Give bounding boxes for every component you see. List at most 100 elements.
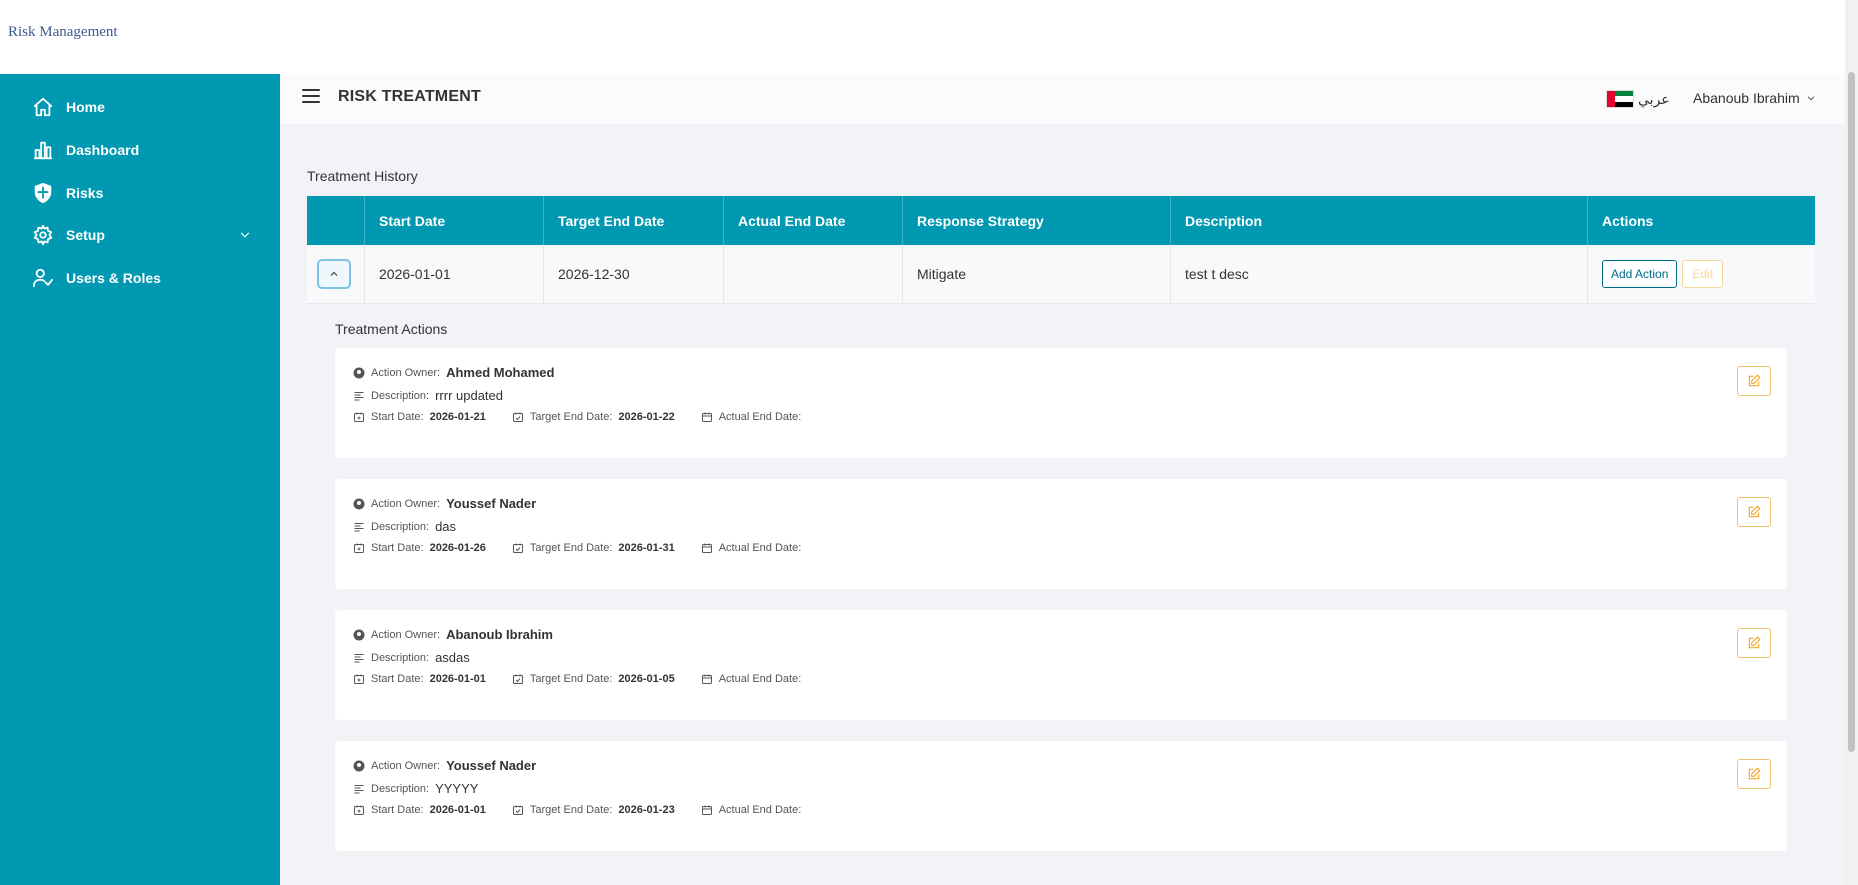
chevron-up-icon [330, 271, 338, 276]
main-content: RISK TREATMENT عربي Abanoub Ibrahim Trea… [280, 74, 1845, 885]
user-circle-icon [353, 498, 365, 509]
user-circle-icon [353, 760, 365, 771]
target-end-date-label: Target End Date: [529, 804, 613, 816]
collapse-row-button[interactable] [317, 259, 351, 289]
column-header-actions: Actions [1602, 212, 1654, 229]
edit-action-button[interactable] [1737, 366, 1771, 396]
cell-target-end-date: 2026-12-30 [544, 245, 724, 303]
action-target-end-date: 2026-01-05 [618, 673, 675, 685]
calendar-check-icon [512, 412, 523, 422]
action-start-date: 2026-01-21 [429, 411, 486, 423]
edit-action-button[interactable] [1737, 628, 1771, 658]
action-card: Action Owner: Abanoub Ibrahim Descriptio… [335, 610, 1787, 720]
action-description: rrrr updated [435, 388, 503, 403]
table-row: 2026-01-01 2026-12-30 Mitigate test t de… [307, 245, 1815, 304]
column-header-start-date: Start Date [365, 196, 544, 245]
language-switcher[interactable]: عربي [1606, 90, 1670, 108]
sidebar-item-label: Setup [66, 227, 105, 243]
user-circle-icon [353, 629, 365, 640]
top-bar: Risk Management [0, 0, 1858, 74]
description-label: Description: [371, 389, 430, 402]
calendar-icon [701, 412, 712, 422]
sidebar-item-label: Users & Roles [66, 270, 161, 286]
calendar-icon [701, 674, 712, 684]
sidebar-item-users-roles[interactable]: Users & Roles [32, 263, 252, 293]
owner-label: Action Owner: [371, 366, 441, 379]
table-header: Start Date Target End Date Actual End Da… [307, 196, 1815, 245]
hamburger-menu-icon[interactable] [302, 89, 320, 103]
calendar-plus-icon [354, 543, 364, 553]
align-left-icon [354, 391, 364, 400]
bar-chart-icon [33, 141, 53, 160]
actual-end-date-label: Actual End Date: [718, 411, 802, 423]
chevron-down-icon [1807, 96, 1814, 101]
action-card: Action Owner: Ahmed Mohamed Description:… [335, 348, 1787, 458]
sidebar-item-setup[interactable]: Setup [32, 220, 252, 250]
page-title: RISK TREATMENT [338, 88, 481, 105]
treatment-history-title: Treatment History [307, 168, 418, 184]
target-end-date-label: Target End Date: [529, 411, 613, 423]
column-header-actual-end-date: Actual End Date [724, 196, 903, 245]
edit-icon [1748, 767, 1761, 780]
action-owner: Abanoub Ibrahim [446, 627, 553, 642]
uae-flag-icon [1606, 90, 1634, 108]
user-name: Abanoub Ibrahim [1693, 90, 1800, 106]
page-header: RISK TREATMENT عربي Abanoub Ibrahim [280, 74, 1845, 124]
action-start-date: 2026-01-26 [429, 542, 486, 554]
scrollbar-thumb[interactable] [1848, 72, 1855, 752]
align-left-icon [354, 784, 364, 793]
app-brand[interactable]: Risk Management [8, 24, 118, 41]
edit-action-button[interactable] [1737, 759, 1771, 789]
action-target-end-date: 2026-01-31 [618, 542, 675, 554]
add-action-button[interactable]: Add Action [1602, 260, 1678, 288]
align-left-icon [354, 522, 364, 531]
action-start-date: 2026-01-01 [429, 804, 486, 816]
calendar-icon [701, 543, 712, 553]
start-date-label: Start Date: [371, 673, 424, 685]
actual-end-date-label: Actual End Date: [718, 804, 802, 816]
sidebar-item-label: Dashboard [66, 142, 140, 158]
user-check-icon [32, 268, 54, 288]
edit-icon [1748, 636, 1761, 649]
column-header-expand [307, 196, 365, 245]
user-menu[interactable]: Abanoub Ibrahim [1693, 90, 1816, 106]
cell-response-strategy: Mitigate [903, 245, 1171, 303]
expand-cell [307, 245, 365, 303]
cell-start-date: 2026-01-01 [365, 245, 544, 303]
sidebar-item-dashboard[interactable]: Dashboard [32, 135, 252, 165]
actual-end-date-label: Actual End Date: [718, 542, 802, 554]
action-target-end-date: 2026-01-22 [618, 411, 675, 423]
calendar-plus-icon [354, 805, 364, 815]
edit-action-button[interactable] [1737, 497, 1771, 527]
calendar-check-icon [512, 674, 523, 684]
action-target-end-date: 2026-01-23 [618, 804, 675, 816]
sidebar-item-risks[interactable]: Risks [32, 178, 252, 208]
description-label: Description: [371, 782, 430, 795]
column-header-description: Description [1171, 196, 1588, 245]
treatment-actions-title: Treatment Actions [335, 321, 448, 337]
action-card: Action Owner: Youssef Nader Description:… [335, 741, 1787, 851]
sidebar-item-label: Risks [66, 185, 104, 201]
calendar-check-icon [512, 543, 523, 553]
column-header-target-end-date: Target End Date [544, 196, 724, 245]
action-card: Action Owner: Youssef Nader Description:… [335, 479, 1787, 589]
treatment-history-table: Start Date Target End Date Actual End Da… [307, 196, 1815, 304]
shield-icon [34, 182, 52, 204]
action-owner: Youssef Nader [446, 496, 537, 511]
action-description: YYYYY [435, 781, 479, 796]
target-end-date-label: Target End Date: [529, 673, 613, 685]
sidebar-item-home[interactable]: Home [32, 92, 252, 122]
gear-icon [33, 224, 53, 246]
edit-icon [1748, 505, 1761, 518]
owner-label: Action Owner: [371, 497, 441, 510]
edit-icon [1748, 374, 1761, 387]
page-scrollbar[interactable] [1845, 0, 1858, 885]
chevron-down-icon[interactable] [238, 228, 252, 242]
edit-treatment-button[interactable]: Edit [1682, 260, 1724, 288]
owner-label: Action Owner: [371, 759, 441, 772]
sidebar: Home Dashboard Risks Setup Users & Roles [0, 74, 280, 885]
user-circle-icon [353, 367, 365, 378]
calendar-plus-icon [354, 412, 364, 422]
cell-actions: Add Action Edit [1588, 245, 1815, 303]
action-start-date: 2026-01-01 [429, 673, 486, 685]
